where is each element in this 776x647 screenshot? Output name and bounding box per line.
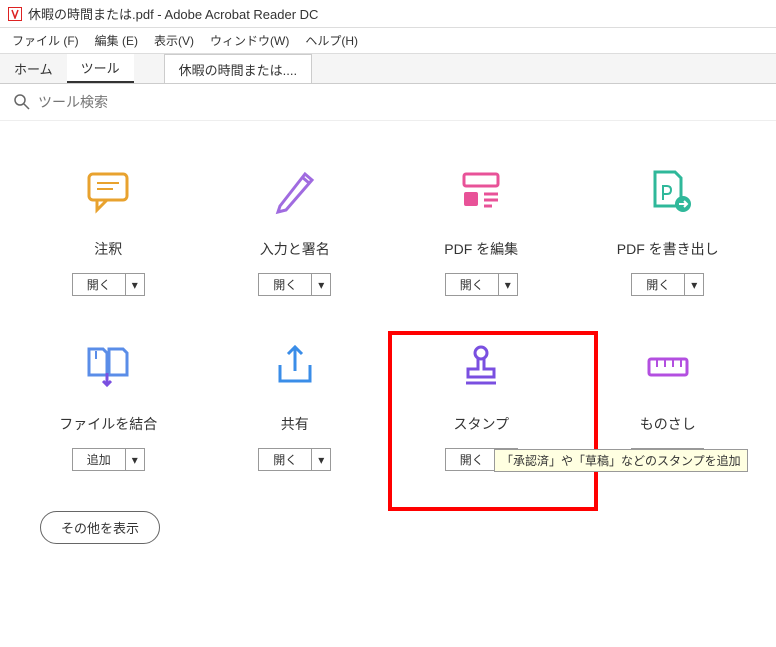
app-icon	[8, 7, 22, 21]
tool-label: ものさし	[640, 414, 696, 434]
tool-add-button[interactable]: 追加 ▾	[72, 448, 145, 471]
stamp-icon	[451, 336, 511, 396]
caret-down-icon[interactable]: ▾	[685, 274, 703, 295]
show-more-button[interactable]: その他を表示	[40, 511, 160, 544]
tool-combine[interactable]: ファイルを結合 追加 ▾	[20, 336, 197, 471]
menu-file[interactable]: ファイル (F)	[4, 30, 87, 51]
caret-down-icon[interactable]: ▾	[126, 449, 144, 470]
tabbar: ホーム ツール 休暇の時間または....	[0, 54, 776, 84]
search-icon	[12, 92, 32, 112]
caret-down-icon[interactable]: ▾	[312, 449, 330, 470]
tool-open-button[interactable]: 開く ▾	[445, 273, 518, 296]
searchbar	[0, 84, 776, 121]
tool-edit-pdf[interactable]: PDF を編集 開く ▾	[393, 161, 570, 296]
menubar: ファイル (F) 編集 (E) 表示(V) ウィンドウ(W) ヘルプ(H)	[0, 28, 776, 54]
tool-open-button[interactable]: 開く ▾	[72, 273, 145, 296]
tab-tools[interactable]: ツール	[67, 54, 134, 83]
tool-comment[interactable]: 注釈 開く ▾	[20, 161, 197, 296]
search-input[interactable]	[38, 94, 238, 110]
pen-icon	[265, 161, 325, 221]
tool-label: 入力と署名	[260, 239, 330, 259]
tool-share[interactable]: 共有 開く ▾	[207, 336, 384, 471]
tool-open-button[interactable]: 開く ▾	[258, 273, 331, 296]
ruler-icon	[638, 336, 698, 396]
export-pdf-icon	[638, 161, 698, 221]
tool-label: ファイルを結合	[59, 414, 157, 434]
tool-label: PDF を書き出し	[617, 239, 719, 259]
tool-fill-sign[interactable]: 入力と署名 開く ▾	[207, 161, 384, 296]
menu-view[interactable]: 表示(V)	[146, 30, 202, 51]
titlebar: 休暇の時間または.pdf - Adobe Acrobat Reader DC	[0, 0, 776, 28]
window-title: 休暇の時間または.pdf - Adobe Acrobat Reader DC	[28, 4, 318, 23]
stamp-tooltip: 「承認済」や「草稿」などのスタンプを追加	[494, 449, 748, 472]
caret-down-icon[interactable]: ▾	[499, 274, 517, 295]
caret-down-icon[interactable]: ▾	[312, 274, 330, 295]
edit-pdf-icon	[451, 161, 511, 221]
comment-icon	[78, 161, 138, 221]
tool-open-button[interactable]: 開く ▾	[258, 448, 331, 471]
combine-icon	[78, 336, 138, 396]
tool-label: スタンプ	[453, 414, 509, 434]
tab-document[interactable]: 休暇の時間または....	[164, 54, 312, 83]
menu-help[interactable]: ヘルプ(H)	[297, 30, 366, 51]
tool-open-button[interactable]: 開く ▾	[631, 273, 704, 296]
tool-label: 注釈	[94, 239, 122, 259]
menu-window[interactable]: ウィンドウ(W)	[202, 30, 297, 51]
caret-down-icon[interactable]: ▾	[126, 274, 144, 295]
tool-export-pdf[interactable]: PDF を書き出し 開く ▾	[580, 161, 757, 296]
tab-home[interactable]: ホーム	[0, 54, 67, 83]
menu-edit[interactable]: 編集 (E)	[87, 30, 146, 51]
share-icon	[265, 336, 325, 396]
tool-label: PDF を編集	[444, 239, 518, 259]
tool-label: 共有	[281, 414, 309, 434]
tools-area: 注釈 開く ▾ 入力と署名 開く ▾ PDF を編集 開く	[0, 121, 776, 564]
